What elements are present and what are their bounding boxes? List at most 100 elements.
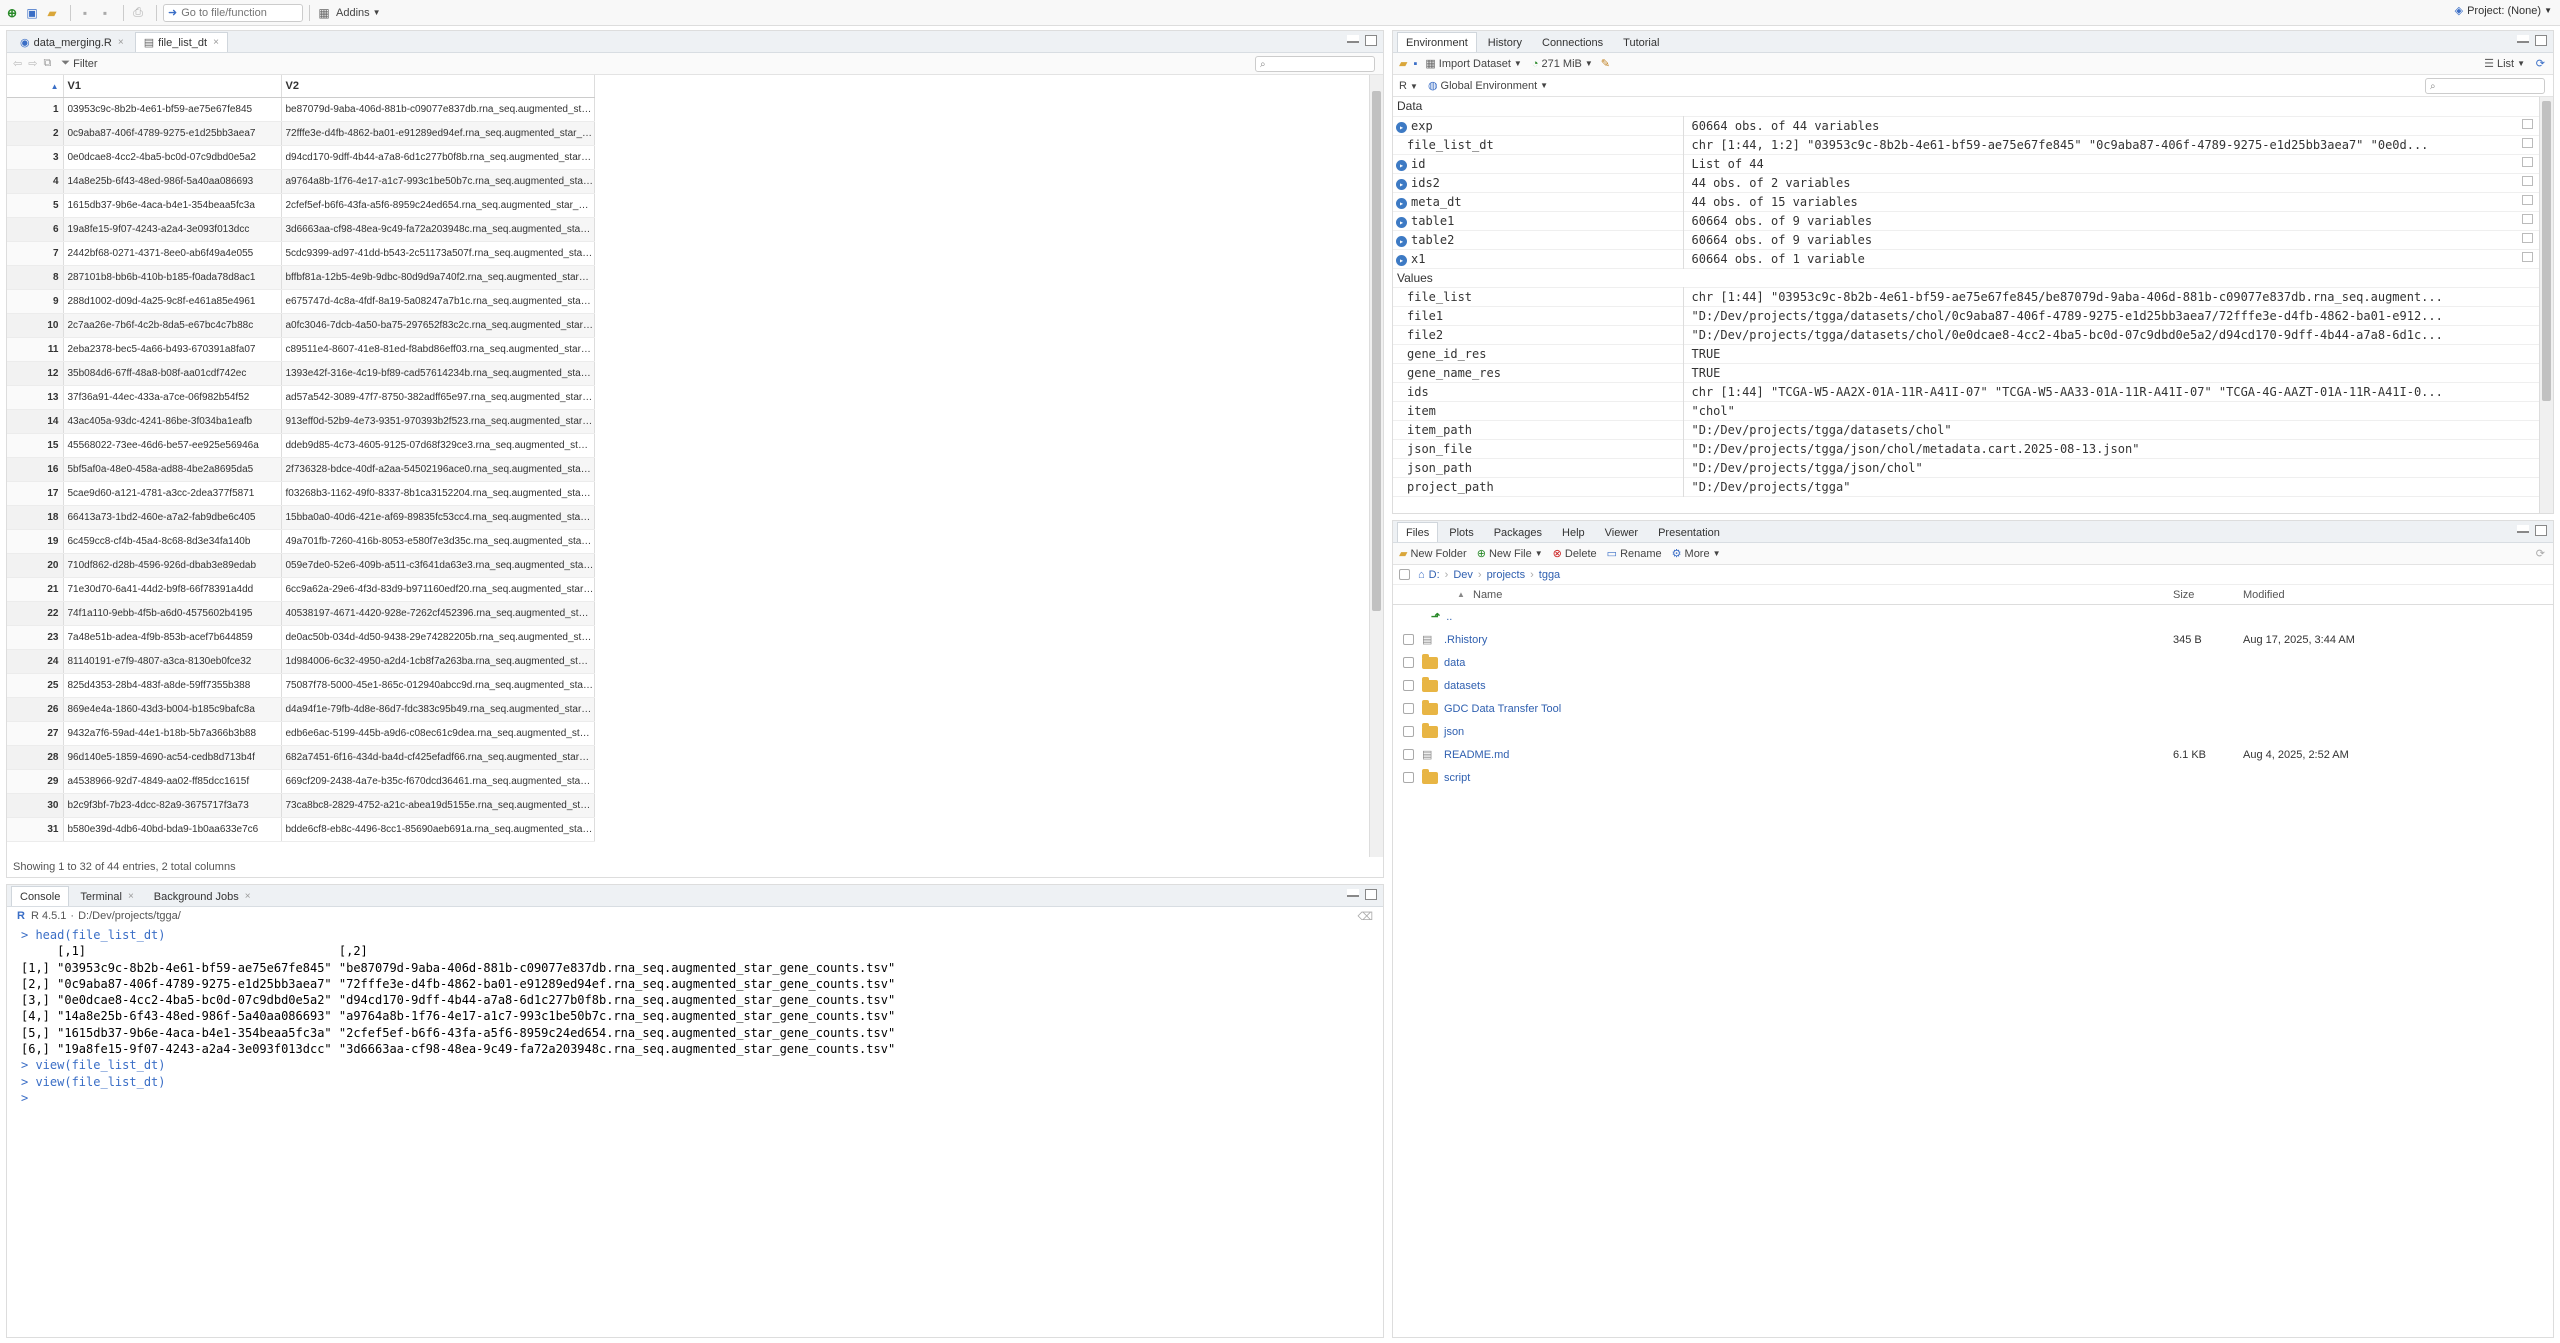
- environment-row[interactable]: ▸ table2 60664 obs. of 9 variables: [1393, 230, 2539, 249]
- save-workspace-icon[interactable]: ▪: [1413, 58, 1417, 70]
- table-row[interactable]: 24 81140191-e7f9-4807-a3ca-8130eb0fce32 1d…: [7, 649, 595, 674]
- console-output[interactable]: > head(file_list_dt) [,1] [,2] [1,] "0395…: [7, 925, 1383, 1108]
- file-checkbox[interactable]: [1403, 657, 1414, 668]
- file-checkbox[interactable]: [1403, 726, 1414, 737]
- breadcrumb-item[interactable]: projects: [1487, 569, 1526, 581]
- close-icon[interactable]: ×: [245, 891, 251, 902]
- table-row[interactable]: 4 14a8e25b-6f43-48ed-986f-5a40aa086693 a97…: [7, 169, 595, 194]
- addins-menu[interactable]: Addins ▼: [336, 3, 381, 23]
- table-row[interactable]: 9 288d1002-d09d-4a25-9c8f-e461a85e4961 e67…: [7, 289, 595, 314]
- home-icon[interactable]: ⌂: [1418, 569, 1425, 581]
- back-icon[interactable]: ⇦: [13, 57, 22, 70]
- vertical-scrollbar[interactable]: [1369, 75, 1383, 857]
- view-data-icon[interactable]: [2522, 137, 2533, 148]
- minimize-icon[interactable]: [1347, 889, 1359, 897]
- clear-environment-icon[interactable]: ✎: [1601, 57, 1610, 70]
- new-file-button[interactable]: ⊕ New File ▼: [1477, 547, 1543, 561]
- tab-background-jobs[interactable]: Background Jobs ×: [145, 886, 260, 906]
- file-name-link[interactable]: script: [1444, 772, 1470, 784]
- scrollbar-thumb[interactable]: [1372, 91, 1381, 611]
- size-column-header[interactable]: Size: [2173, 589, 2194, 601]
- view-data-icon[interactable]: [2522, 175, 2533, 186]
- view-data-icon[interactable]: [2522, 118, 2533, 129]
- open-file-icon[interactable]: ▰: [44, 5, 60, 21]
- table-row[interactable]: 6 19a8fe15-9f07-4243-a2a4-3e093f013dcc 3d6…: [7, 217, 595, 242]
- rename-button[interactable]: ▭ Rename: [1607, 547, 1662, 561]
- expand-icon[interactable]: ▸: [1396, 121, 1407, 133]
- file-name-link[interactable]: .Rhistory: [1444, 634, 1487, 646]
- maximize-icon[interactable]: [2535, 35, 2547, 46]
- minimize-icon[interactable]: [2517, 35, 2529, 43]
- maximize-icon[interactable]: [2535, 525, 2547, 536]
- tab-history[interactable]: History: [1479, 32, 1531, 52]
- environment-search-input[interactable]: ⌕: [2425, 78, 2545, 94]
- tab-packages[interactable]: Packages: [1485, 522, 1551, 542]
- table-row[interactable]: 12 35b084d6-67ff-48a8-b08f-aa01cdf742ec 13…: [7, 361, 595, 386]
- file-name-link[interactable]: datasets: [1444, 680, 1486, 692]
- table-row[interactable]: 28 96d140e5-1859-4690-ac54-cedb8d713b4f 68…: [7, 745, 595, 770]
- environment-row[interactable]: ids chr [1:44] "TCGA-W5-AA2X-01A-11R-A41I…: [1393, 382, 2539, 401]
- minimize-icon[interactable]: [2517, 525, 2529, 533]
- table-row[interactable]: 7 2442bf68-0271-4371-8ee0-ab6f49a4e055 5cd…: [7, 241, 595, 266]
- select-all-checkbox[interactable]: [1399, 569, 1410, 580]
- view-data-icon[interactable]: [2522, 232, 2533, 243]
- file-name-link[interactable]: data: [1444, 657, 1465, 669]
- expand-icon[interactable]: ▸: [1396, 216, 1407, 228]
- parent-directory-row[interactable]: ⬏ ..: [1393, 605, 2553, 628]
- table-row[interactable]: 23 7a48e51b-adea-4f9b-853b-acef7b644859 de…: [7, 625, 595, 650]
- environment-row[interactable]: json_file "D:/Dev/projects/tgga/json/chol…: [1393, 439, 2539, 458]
- table-row[interactable]: 21 71e30d70-6a41-44d2-b9f8-66f78391a4dd 6c…: [7, 577, 595, 602]
- refresh-icon[interactable]: ⟳: [2536, 57, 2545, 70]
- environment-row[interactable]: file1 "D:/Dev/projects/tgga/datasets/chol…: [1393, 306, 2539, 325]
- scrollbar-thumb[interactable]: [2542, 101, 2551, 401]
- tab-help[interactable]: Help: [1553, 522, 1594, 542]
- file-checkbox[interactable]: [1403, 680, 1414, 691]
- environment-row[interactable]: ▸ table1 60664 obs. of 9 variables: [1393, 211, 2539, 230]
- table-row[interactable]: 2 0c9aba87-406f-4789-9275-e1d25bb3aea7 72f…: [7, 121, 595, 146]
- popout-icon[interactable]: ⧉: [43, 57, 51, 70]
- environment-row[interactable]: gene_id_res TRUE: [1393, 344, 2539, 363]
- row-number-header[interactable]: ▲: [7, 75, 64, 98]
- view-mode-menu[interactable]: ☰ List ▼: [2484, 57, 2525, 71]
- column-header-v1[interactable]: V1: [63, 75, 282, 98]
- tab-console[interactable]: Console: [11, 886, 70, 906]
- column-header-v2[interactable]: V2: [281, 75, 595, 98]
- goto-file-function[interactable]: ➜: [163, 3, 303, 22]
- close-icon[interactable]: ×: [118, 37, 124, 48]
- environment-row[interactable]: project_path "D:/Dev/projects/tgga": [1393, 477, 2539, 496]
- close-icon[interactable]: ×: [213, 37, 219, 48]
- table-row[interactable]: 10 2c7aa26e-7b6f-4c2b-8da5-e67bc4c7b88c a0…: [7, 313, 595, 338]
- file-row[interactable]: datasets: [1393, 674, 2553, 697]
- expand-icon[interactable]: ▸: [1396, 159, 1407, 171]
- view-data-icon[interactable]: [2522, 194, 2533, 205]
- file-name-link[interactable]: json: [1444, 726, 1464, 738]
- table-row[interactable]: 11 2eba2378-bec5-4a66-b493-670391a8fa07 c8…: [7, 337, 595, 362]
- table-row[interactable]: 17 5cae9d60-a121-4781-a3cc-2dea377f5871 f0…: [7, 481, 595, 506]
- environment-row[interactable]: file_list_dt chr [1:44, 1:2] "03953c9c-8b…: [1393, 135, 2539, 154]
- tab-plots[interactable]: Plots: [1440, 522, 1482, 542]
- working-directory[interactable]: D:/Dev/projects/tgga/: [78, 910, 181, 922]
- file-checkbox[interactable]: [1403, 703, 1414, 714]
- tab-file-list-dt[interactable]: ▤ file_list_dt ×: [134, 32, 228, 52]
- environment-row[interactable]: item "chol": [1393, 401, 2539, 420]
- environment-row[interactable]: file2 "D:/Dev/projects/tgga/datasets/chol…: [1393, 325, 2539, 344]
- environment-row[interactable]: file_list chr [1:44] "03953c9c-8b2b-4e61-…: [1393, 287, 2539, 306]
- expand-icon[interactable]: ▸: [1396, 254, 1407, 266]
- print-icon[interactable]: ⎙: [130, 5, 146, 21]
- environment-row[interactable]: gene_name_res TRUE: [1393, 363, 2539, 382]
- file-row[interactable]: script: [1393, 766, 2553, 789]
- expand-icon[interactable]: ▸: [1396, 178, 1407, 190]
- table-row[interactable]: 14 43ac405a-93dc-4241-86be-3f034ba1eafb 91…: [7, 409, 595, 434]
- vertical-scrollbar[interactable]: [2539, 97, 2553, 513]
- table-row[interactable]: 30 b2c9f3bf-7b23-4dcc-82a9-3675717f3a73 73…: [7, 793, 595, 818]
- view-data-icon[interactable]: [2522, 156, 2533, 167]
- table-row[interactable]: 31 b580e39d-4db6-40bd-bda9-1b0aa633e7c6 bd…: [7, 817, 595, 842]
- table-row[interactable]: 15 45568022-73ee-46d6-be57-ee925e56946a dd…: [7, 433, 595, 458]
- table-row[interactable]: 16 5bf5af0a-48e0-458a-ad88-4be2a8695da5 2f…: [7, 457, 595, 482]
- project-menu[interactable]: ◈ Project: (None) ▼: [2455, 4, 2552, 18]
- new-file-icon[interactable]: ⊕: [4, 5, 20, 21]
- table-row[interactable]: 20 710df862-d28b-4596-926d-dbab3e89edab 05…: [7, 553, 595, 578]
- environment-row[interactable]: ▸ meta_dt 44 obs. of 15 variables: [1393, 192, 2539, 211]
- new-folder-button[interactable]: ▰ New Folder: [1399, 547, 1467, 561]
- file-checkbox[interactable]: [1403, 772, 1414, 783]
